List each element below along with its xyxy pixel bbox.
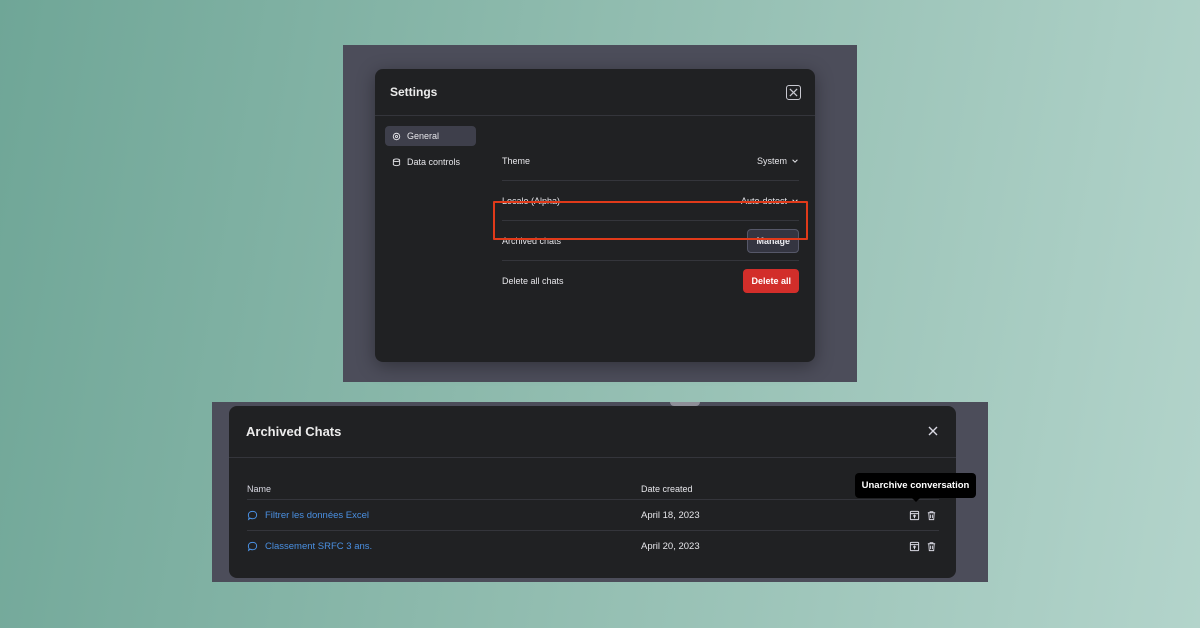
chat-link[interactable]: Filtrer les données Excel [247,510,641,521]
database-icon [392,157,401,167]
gear-icon [392,132,401,141]
column-name-header: Name [247,483,272,494]
archived-header: Archived Chats [229,406,956,458]
theme-label: Theme [502,155,531,166]
delete-all-label: Delete all chats [502,276,564,286]
unarchive-icon[interactable] [909,510,920,521]
unarchive-tooltip: Unarchive conversation [855,473,976,498]
highlight-box [493,201,808,240]
chat-bubble-icon [247,541,258,552]
chat-date: April 20, 2023 [641,541,700,552]
settings-title: Settings [390,85,438,99]
tooltip-arrow [912,498,920,502]
close-icon[interactable] [928,423,938,441]
sidebar-item-data-controls[interactable]: Data controls [385,152,476,172]
settings-sidebar: General Data controls [385,126,476,178]
column-date-header: Date created [641,483,693,494]
close-icon[interactable] [786,84,801,100]
settings-header: Settings [375,69,815,116]
trash-icon[interactable] [926,541,937,552]
settings-screenshot-frame: Settings General Data controls Theme Sys… [343,45,857,382]
sidebar-item-general[interactable]: General [385,126,476,146]
theme-value: System [756,155,787,166]
table-row: Filtrer les données Excel April 18, 2023 [247,500,939,531]
table-header: Name Date created [247,478,939,500]
chat-name: Filtrer les données Excel [265,509,370,521]
theme-row: Theme System [502,141,799,181]
sidebar-item-label: Data controls [407,157,461,167]
chat-name: Classement SRFC 3 ans. [265,541,373,552]
chevron-down-icon [792,158,798,163]
trash-icon[interactable] [926,510,937,521]
chat-date: April 18, 2023 [641,509,700,521]
sidebar-item-label: General [407,131,440,141]
chat-link[interactable]: Classement SRFC 3 ans. [247,541,641,552]
unarchive-icon[interactable] [909,541,920,552]
archived-title: Archived Chats [246,424,342,439]
theme-select[interactable]: System [757,156,799,166]
delete-all-row: Delete all chats Delete all [502,261,799,301]
archived-table: Name Date created Filtrer les données Ex… [247,478,939,562]
chat-bubble-icon [247,510,258,521]
table-row: Classement SRFC 3 ans. April 20, 2023 [247,531,939,562]
delete-all-button[interactable]: Delete all [743,269,799,293]
archived-chats-modal: Archived Chats Name Date created Filtrer… [229,406,956,578]
